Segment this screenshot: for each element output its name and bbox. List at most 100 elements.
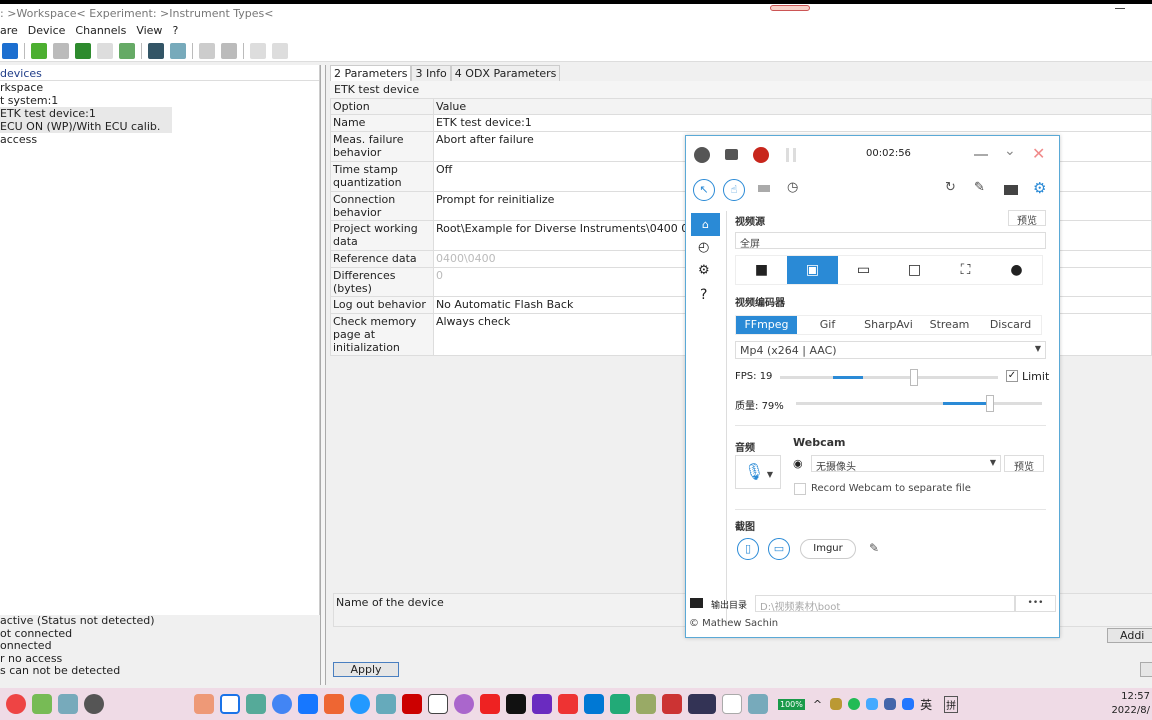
- menu-view[interactable]: View: [136, 24, 162, 37]
- encoder-discard[interactable]: Discard: [980, 316, 1041, 334]
- config-icon[interactable]: [97, 42, 113, 59]
- table-row[interactable]: Name ETK test device:1: [330, 114, 1152, 132]
- home-icon[interactable]: ⌂: [691, 213, 720, 236]
- history-icon[interactable]: ◴: [698, 240, 709, 255]
- add-button[interactable]: Addi: [1107, 628, 1152, 643]
- webcam-preview-button[interactable]: 预览: [1004, 455, 1044, 473]
- pencil-icon[interactable]: ✎: [869, 541, 879, 555]
- brush-icon[interactable]: ✎: [974, 180, 985, 195]
- refresh-icon[interactable]: ↻: [945, 180, 956, 195]
- app-icon[interactable]: [454, 694, 474, 714]
- tool-app-icon[interactable]: [58, 694, 78, 714]
- app-icon[interactable]: [636, 694, 656, 714]
- format-select[interactable]: Mp4 (x264 | AAC) ▼: [735, 341, 1046, 359]
- region-source-icon[interactable]: ⛶: [940, 256, 991, 284]
- cloud-icon[interactable]: [220, 694, 240, 714]
- output-folder-icon[interactable]: [690, 598, 703, 608]
- browse-button[interactable]: •••: [1015, 595, 1056, 612]
- menu-channels[interactable]: Channels: [75, 24, 126, 37]
- encoder-sharpavi[interactable]: SharpAvi: [858, 316, 919, 334]
- clipboard-icon[interactable]: ▭: [768, 538, 790, 560]
- minimize-icon[interactable]: [1115, 8, 1125, 9]
- source-field[interactable]: 全屏: [735, 232, 1046, 250]
- tree-item[interactable]: rkspace: [0, 81, 319, 94]
- sort-icon[interactable]: [119, 42, 135, 59]
- tray-icon[interactable]: [884, 698, 897, 710]
- click-icon[interactable]: ☝: [723, 179, 745, 201]
- chevrons-down-icon[interactable]: ⌄: [1004, 143, 1016, 159]
- encoder-ffmpeg[interactable]: FFmpeg: [736, 316, 797, 334]
- help-icon[interactable]: ?: [700, 287, 707, 303]
- tray-expand-icon[interactable]: ^: [813, 698, 822, 711]
- image-app-icon[interactable]: [32, 694, 52, 714]
- value-cell[interactable]: ETK test device:1: [432, 114, 1152, 132]
- limit-checkbox[interactable]: ✓: [1006, 370, 1018, 382]
- app-icon[interactable]: [246, 694, 266, 714]
- clock[interactable]: 12:57 2022/8/: [1110, 690, 1150, 718]
- settings-icon[interactable]: ⚙: [1033, 179, 1046, 197]
- preview-button[interactable]: 预览: [1008, 210, 1046, 227]
- save-to-file-icon[interactable]: ▯: [737, 538, 759, 560]
- search-icon[interactable]: [272, 42, 288, 59]
- app-icon[interactable]: [558, 694, 578, 714]
- tab-info[interactable]: 3 Info: [411, 65, 451, 81]
- pause-icon[interactable]: [786, 148, 796, 162]
- home-app-icon[interactable]: [194, 694, 214, 714]
- monitor-source-icon[interactable]: ▭: [838, 256, 889, 284]
- stop-icon[interactable]: [221, 42, 237, 59]
- collapse-icon[interactable]: [694, 147, 710, 163]
- app-icon[interactable]: [324, 694, 344, 714]
- quality-slider[interactable]: [796, 395, 1042, 412]
- battery-indicator[interactable]: 100%: [778, 698, 805, 710]
- extra-button[interactable]: [1140, 662, 1152, 677]
- youdao-icon[interactable]: [480, 694, 500, 714]
- splitter[interactable]: [320, 65, 326, 685]
- tab-parameters[interactable]: 2 Parameters: [330, 65, 412, 81]
- timer-icon[interactable]: ◷: [787, 180, 798, 195]
- hex-editor-icon[interactable]: [688, 694, 716, 714]
- chrome-icon[interactable]: [272, 694, 292, 714]
- tree-item[interactable]: t system:1: [0, 94, 319, 107]
- delete-icon[interactable]: [53, 42, 69, 59]
- apply-button[interactable]: Apply: [333, 662, 399, 677]
- ime-language[interactable]: 英: [920, 696, 932, 713]
- close-icon[interactable]: ✕: [1032, 144, 1045, 163]
- imgur-button[interactable]: Imgur: [800, 539, 856, 559]
- tab-odx-parameters[interactable]: 4 ODX Parameters: [450, 65, 561, 81]
- info-icon[interactable]: [2, 42, 18, 59]
- fps-slider[interactable]: [780, 369, 998, 386]
- microphone-button[interactable]: 🎙 ▼: [735, 455, 781, 489]
- keyboard-icon[interactable]: [758, 185, 770, 192]
- webcam-select[interactable]: 无摄像头 ▼: [811, 455, 1001, 473]
- menu-help[interactable]: ?: [172, 24, 178, 37]
- file-icon[interactable]: [722, 694, 742, 714]
- app-icon[interactable]: [610, 694, 630, 714]
- visual-studio-icon[interactable]: [532, 694, 552, 714]
- monitor-icon[interactable]: [148, 42, 164, 59]
- record-icon[interactable]: [753, 147, 769, 163]
- quality-slider-thumb[interactable]: [986, 395, 995, 412]
- vscode-icon[interactable]: [584, 694, 604, 714]
- wechat-icon[interactable]: [848, 698, 861, 710]
- gamepad-source-icon[interactable]: ●: [991, 256, 1042, 284]
- fps-slider-thumb[interactable]: [910, 369, 918, 386]
- encoder-stream[interactable]: Stream: [919, 316, 980, 334]
- tool-icon[interactable]: [250, 42, 266, 59]
- recorder-app-icon[interactable]: [84, 694, 104, 714]
- menu-device[interactable]: Device: [28, 24, 66, 37]
- encoder-gif[interactable]: Gif: [797, 316, 858, 334]
- tray-icon[interactable]: [902, 698, 915, 710]
- ime-mode[interactable]: 拼: [944, 695, 959, 713]
- webcam-source-icon[interactable]: ■: [736, 256, 787, 284]
- dingtalk-icon[interactable]: [298, 694, 318, 714]
- tree-item[interactable]: ECU ON (WP)/With ECU calib. access: [0, 120, 172, 146]
- recording-indicator[interactable]: [770, 5, 810, 11]
- gear-icon[interactable]: ⚙: [698, 263, 710, 278]
- cursor-icon[interactable]: ↖: [693, 179, 715, 201]
- chrome-icon[interactable]: [6, 694, 26, 714]
- app-icon[interactable]: [376, 694, 396, 714]
- camera-icon[interactable]: [725, 149, 738, 160]
- folder-icon[interactable]: [1004, 185, 1018, 195]
- play-icon[interactable]: [199, 42, 215, 59]
- add-icon[interactable]: [31, 42, 47, 59]
